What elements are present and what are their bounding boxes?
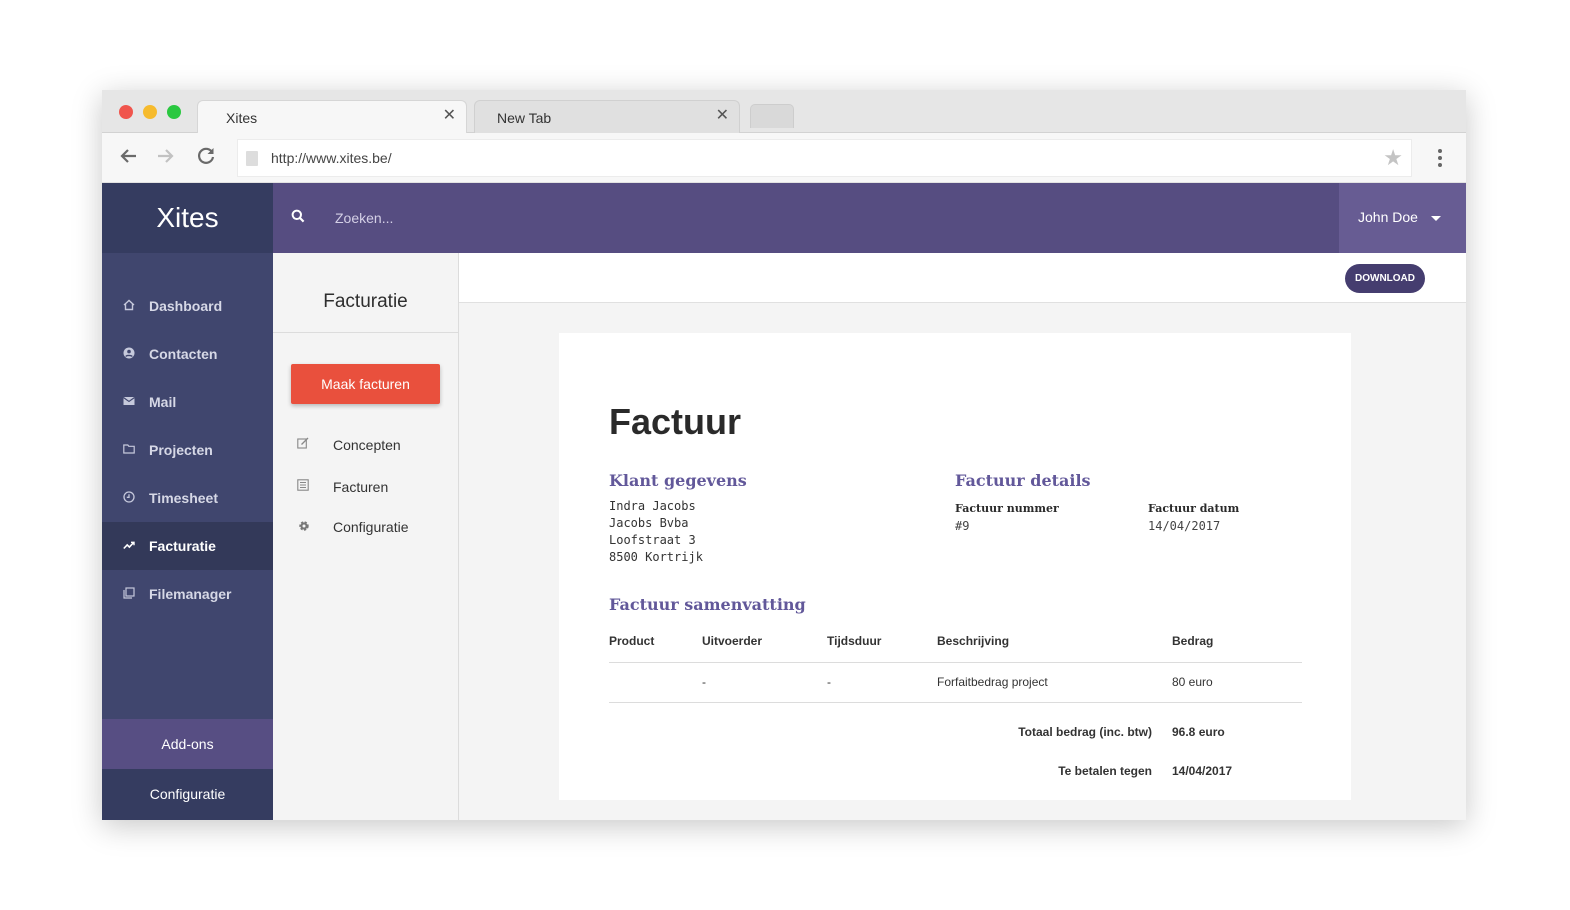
url-text[interactable]: http://www.xites.be/ bbox=[271, 150, 392, 166]
client-line: Jacobs Bvba bbox=[609, 516, 689, 530]
sidebar-configuratie[interactable]: Configuratie bbox=[102, 769, 273, 820]
sidebar: Dashboard Contacten Mail Projecten Times… bbox=[102, 253, 273, 820]
app: Xites John Doe Dashboard Conta bbox=[102, 183, 1466, 820]
cell-uitvoerder: - bbox=[702, 675, 706, 689]
subnav-item-label: Concepten bbox=[333, 437, 401, 453]
column-header-product: Product bbox=[609, 634, 655, 648]
chevron-down-icon bbox=[1431, 216, 1441, 221]
maximize-window-button[interactable] bbox=[167, 105, 181, 119]
due-date-label: Te betalen tegen bbox=[1058, 764, 1152, 778]
sidebar-item-label: Mail bbox=[149, 394, 177, 410]
column-header-bedrag: Bedrag bbox=[1172, 634, 1214, 648]
subnav-item-label: Facturen bbox=[333, 479, 389, 495]
sidebar-item-label: Contacten bbox=[149, 346, 218, 362]
sidebar-addons[interactable]: Add-ons bbox=[102, 719, 273, 769]
trend-up-icon bbox=[122, 539, 135, 552]
download-button[interactable]: DOWNLOAD bbox=[1345, 264, 1425, 293]
browser-window: Xites ✕ New Tab ✕ http://www.xites.be/ ★… bbox=[102, 90, 1466, 820]
page-icon bbox=[246, 151, 258, 166]
files-icon bbox=[122, 587, 135, 600]
sidebar-item-label: Timesheet bbox=[149, 490, 218, 506]
cell-tijdsduur: - bbox=[827, 675, 831, 689]
clock-icon bbox=[122, 491, 135, 504]
sidebar-item-timesheet[interactable]: Timesheet bbox=[102, 474, 273, 522]
maak-facturen-button[interactable]: Maak facturen bbox=[291, 364, 440, 404]
sidebar-item-label: Filemanager bbox=[149, 586, 232, 602]
gear-icon bbox=[297, 519, 310, 532]
sidebar-item-dashboard[interactable]: Dashboard bbox=[102, 282, 273, 330]
sidebar-item-filemanager[interactable]: Filemanager bbox=[102, 570, 273, 618]
sidebar-item-label: Projecten bbox=[149, 442, 213, 458]
subnav-panel: Facturatie Maak facturen Concepten Factu… bbox=[273, 253, 459, 820]
arrow-left-icon[interactable] bbox=[116, 145, 140, 169]
browser-tab-xites[interactable]: Xites ✕ bbox=[197, 100, 467, 134]
tab-strip: Xites ✕ New Tab ✕ bbox=[102, 90, 1466, 134]
column-header-uitvoerder: Uitvoerder bbox=[702, 634, 763, 648]
sidebar-item-label: Facturatie bbox=[149, 538, 216, 554]
content-header: DOWNLOAD bbox=[459, 253, 1466, 303]
summary-heading: Factuur samenvatting bbox=[609, 595, 806, 614]
invoice-card: Factuur Klant gegevens Indra Jacobs Jaco… bbox=[559, 333, 1351, 800]
subnav-item-label: Configuratie bbox=[333, 519, 409, 535]
subnav-item-concepten[interactable]: Concepten bbox=[273, 430, 458, 460]
browser-tab-new-tab[interactable]: New Tab ✕ bbox=[474, 100, 740, 134]
envelope-icon bbox=[122, 395, 135, 408]
brand-logo[interactable]: Xites bbox=[102, 183, 273, 253]
user-circle-icon bbox=[122, 347, 135, 360]
minimize-window-button[interactable] bbox=[143, 105, 157, 119]
column-header-tijdsduur: Tijdsduur bbox=[827, 634, 882, 648]
search-icon[interactable] bbox=[291, 209, 305, 223]
user-name: John Doe bbox=[1358, 209, 1418, 225]
top-bar bbox=[273, 183, 1339, 253]
sidebar-item-facturatie[interactable]: Facturatie bbox=[102, 522, 273, 570]
folder-icon bbox=[122, 443, 135, 456]
invoice-title: Factuur bbox=[609, 401, 742, 442]
sidebar-item-label: Dashboard bbox=[149, 298, 223, 314]
details-heading: Factuur details bbox=[955, 471, 1091, 490]
subnav-item-configuratie[interactable]: Configuratie bbox=[273, 512, 458, 542]
new-tab-button[interactable] bbox=[750, 104, 794, 128]
cell-beschrijving: Forfaitbedrag project bbox=[937, 675, 1048, 689]
table-divider bbox=[609, 662, 1302, 663]
list-icon bbox=[297, 479, 310, 492]
table-divider bbox=[609, 702, 1302, 703]
total-label: Totaal bedrag (inc. btw) bbox=[1018, 725, 1152, 739]
tab-close-icon[interactable]: ✕ bbox=[716, 108, 729, 124]
column-header-beschrijving: Beschrijving bbox=[937, 634, 1010, 648]
arrow-right-icon[interactable] bbox=[154, 145, 178, 169]
close-window-button[interactable] bbox=[119, 105, 133, 119]
home-icon bbox=[122, 299, 135, 312]
main-content: DOWNLOAD Factuur Klant gegevens Indra Ja… bbox=[459, 253, 1466, 820]
sidebar-item-projecten[interactable]: Projecten bbox=[102, 426, 273, 474]
address-bar[interactable]: http://www.xites.be/ ★ bbox=[237, 139, 1412, 177]
cell-bedrag: 80 euro bbox=[1172, 675, 1213, 689]
client-line: Indra Jacobs bbox=[609, 499, 696, 513]
sidebar-item-contacten[interactable]: Contacten bbox=[102, 330, 273, 378]
edit-icon bbox=[297, 437, 310, 450]
search-input[interactable] bbox=[335, 207, 735, 229]
kebab-menu-icon[interactable] bbox=[1430, 146, 1450, 170]
browser-toolbar: http://www.xites.be/ ★ bbox=[102, 133, 1466, 183]
user-menu[interactable]: John Doe bbox=[1339, 183, 1466, 253]
client-heading: Klant gegevens bbox=[609, 471, 747, 490]
tab-close-icon[interactable]: ✕ bbox=[443, 107, 456, 124]
subnav-title: Facturatie bbox=[273, 253, 458, 333]
client-line: Loofstraat 3 bbox=[609, 533, 696, 547]
sidebar-item-mail[interactable]: Mail bbox=[102, 378, 273, 426]
invoice-number-label: Factuur nummer bbox=[955, 502, 1059, 515]
reload-icon[interactable] bbox=[194, 145, 218, 169]
total-value: 96.8 euro bbox=[1172, 725, 1225, 739]
due-date-value: 14/04/2017 bbox=[1172, 764, 1233, 778]
tab-title: Xites bbox=[226, 110, 258, 126]
star-icon[interactable]: ★ bbox=[1383, 145, 1403, 171]
invoice-date-label: Factuur datum bbox=[1148, 502, 1240, 515]
invoice-date-value: 14/04/2017 bbox=[1148, 519, 1221, 533]
client-line: 8500 Kortrijk bbox=[609, 550, 703, 564]
subnav-item-facturen[interactable]: Facturen bbox=[273, 472, 458, 502]
invoice-number-value: #9 bbox=[955, 519, 970, 533]
tab-title: New Tab bbox=[497, 110, 552, 126]
